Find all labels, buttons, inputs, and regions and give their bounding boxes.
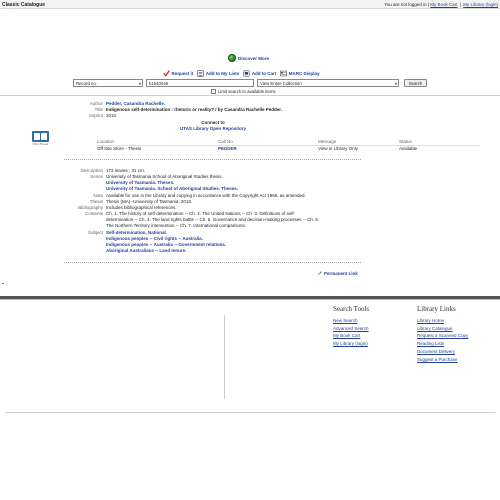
call-no-link[interactable]: PEDDER (218, 146, 237, 152)
connect-to-section: Connect to UTAS Library Open Repository (150, 120, 276, 132)
marc-display-label: MARC Display (288, 71, 320, 76)
author-link[interactable]: Pedder, Casandra Rachelle. (106, 101, 165, 106)
cart-icon (243, 70, 250, 77)
record-actions: Request it Add to My Lists Add to Cart M… (163, 70, 320, 77)
divider (64, 262, 361, 263)
series-label: Series (90, 174, 103, 179)
my-book-cart-link[interactable]: My Book Cart (430, 2, 457, 7)
request-it-label: Request it (171, 71, 194, 76)
search-tools-heading: Search Tools (333, 305, 370, 313)
chevron-down-icon: ⌄ (10, 9, 13, 13)
location-cell: Off Site Store - Thesis (97, 146, 142, 151)
limit-available-label: Limit search to available items (218, 89, 276, 94)
add-to-cart-label: Add to Cart (251, 71, 277, 76)
contents-field: Contents Ch. 1. The history of self-dete… (60, 211, 365, 229)
login-status-text: You are not logged in | (384, 1, 429, 7)
imprint-field: Imprint 2010. (60, 113, 365, 119)
footer-search-tools: Search Tools New Search Advanced Search … (333, 305, 369, 348)
library-catalogue-link[interactable]: Library Catalogue (417, 325, 468, 333)
limit-available-option: Limit search to available items (211, 89, 276, 94)
holdings-table: Location Call No. Message Status Off Sit… (97, 139, 480, 151)
permanent-link-label: Permanent Link (324, 271, 358, 276)
limit-available-checkbox[interactable] (211, 89, 216, 94)
search-scope-select[interactable]: View Entire Collection ▾ (257, 79, 399, 87)
search-scope-value: View Entire Collection (260, 81, 302, 86)
search-type-value: Record no. (76, 81, 98, 86)
add-to-cart-button[interactable]: Add to Cart (243, 70, 276, 77)
marc-display-button[interactable]: MARC Display (280, 70, 320, 77)
subject-link[interactable]: Self-determination, National. (106, 230, 167, 235)
search-button[interactable]: Search (404, 79, 427, 87)
my-book-cart-link[interactable]: My Book Cart (333, 332, 369, 340)
globe-icon (228, 54, 236, 62)
footer-divider (224, 315, 225, 399)
message-cell: View in Library Only (318, 146, 358, 151)
subject-field: Subject Self-determination, National. In… (60, 230, 365, 254)
separator: | (459, 1, 461, 7)
imprint-value: 2010. (106, 113, 118, 118)
table-row: Off Site Store - Thesis PEDDER View in L… (97, 145, 480, 151)
divider (64, 159, 361, 160)
contents-label: Contents (84, 211, 103, 216)
checkmark-icon (163, 70, 170, 77)
search-input-value: b1540046 (149, 81, 169, 86)
footer-bar-shadow (0, 299, 500, 300)
permanent-link[interactable]: Permanent Link (317, 271, 358, 276)
my-library-login-link[interactable]: My Library (login) (463, 2, 498, 7)
material-type: Print Thesis (32, 131, 49, 147)
series-link[interactable]: University of Tasmania. School of Aborig… (106, 186, 238, 191)
status-cell: Available (399, 146, 418, 151)
footer-library-links: Library Links Library Home Library Catal… (417, 305, 468, 363)
reading-lists-link[interactable]: Reading Lists (417, 340, 468, 348)
document-delivery-link[interactable]: Document Delivery (417, 348, 468, 356)
advanced-search-link[interactable]: Advanced Search (333, 325, 369, 333)
my-library-login-link[interactable]: My Library (login) (333, 340, 369, 348)
request-it-button[interactable]: Request it (163, 70, 193, 77)
subject-link[interactable]: Aboriginal Australians -- Land tenure. (106, 248, 186, 253)
book-icon (32, 131, 49, 142)
library-home-link[interactable]: Library Home (417, 317, 468, 325)
footer-bottom-divider (5, 412, 495, 413)
top-bar: Classic Catalogue You are not logged in … (0, 0, 500, 9)
material-type-label: Print Thesis (32, 142, 49, 146)
request-scanned-copy-link[interactable]: Request a Scanned Copy (417, 332, 468, 340)
add-to-lists-label: Add to My Lists (205, 71, 240, 76)
subject-link[interactable]: Indigenous peoples -- Australia -- Gover… (106, 242, 226, 247)
discover-more-link[interactable]: Discover More (228, 54, 269, 62)
subject-label: Subject (87, 230, 103, 235)
open-repository-link[interactable]: UTAS Library Open Repository (180, 126, 246, 131)
search-input[interactable]: b1540046 (146, 79, 254, 87)
divider (0, 95, 500, 96)
chevron-down-icon: ▾ (394, 81, 397, 86)
series-field: Series University of Tasmania School of … (60, 174, 365, 192)
subject-link[interactable]: Indigenous peoples -- Civil rights -- Au… (106, 236, 203, 241)
chevron-down-icon: ▾ (138, 81, 141, 86)
contents-line: The Northern Territory intervention -- C… (106, 223, 246, 228)
library-links-heading: Library Links (417, 305, 456, 313)
add-to-lists-button[interactable]: Add to My Lists (197, 70, 239, 77)
divider (2, 283, 4, 284)
new-search-link[interactable]: New Search (333, 317, 369, 325)
series-link[interactable]: University of Tasmania. Theses. (106, 180, 174, 185)
suggest-purchase-link[interactable]: Suggest a Purchase (417, 356, 468, 364)
link-icon (317, 271, 322, 276)
site-title: Classic Catalogue (2, 1, 46, 8)
imprint-label: Imprint (89, 113, 103, 118)
marc-icon (280, 70, 288, 77)
list-icon (197, 70, 204, 77)
login-status-area: You are not logged in | My Book Cart | M… (384, 2, 498, 7)
search-type-select[interactable]: Record no. ▾ (73, 79, 143, 87)
discover-more-label: Discover More (238, 55, 270, 61)
